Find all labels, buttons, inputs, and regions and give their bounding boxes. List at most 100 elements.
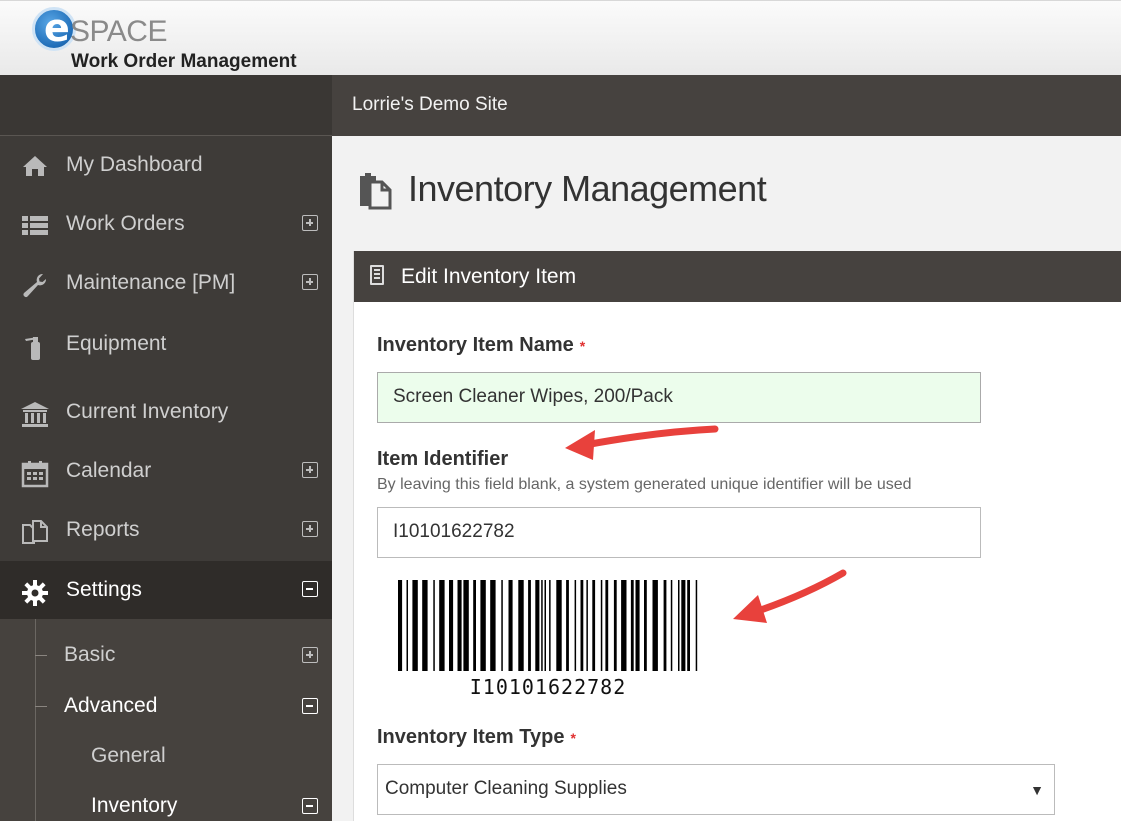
barcode-bar — [457, 580, 462, 671]
sidebar-item-label: My Dashboard — [66, 153, 203, 176]
expand-icon[interactable] — [302, 462, 318, 478]
sidebar-item-label: Maintenance [PM] — [66, 271, 236, 294]
panel-header: Edit Inventory Item — [354, 251, 1121, 302]
barcode-bar — [473, 580, 476, 671]
barcode-bar — [439, 580, 445, 671]
barcode-bar — [490, 580, 496, 671]
home-icon — [20, 154, 50, 178]
barcode-bar — [412, 580, 418, 671]
barcode-bar — [556, 580, 562, 671]
barcode-bar — [586, 580, 588, 671]
submenu-item-basic[interactable]: Basic — [0, 631, 332, 679]
barcode-bar — [541, 580, 543, 671]
submenu-item-general[interactable]: General — [0, 732, 332, 780]
submenu-item-label: Basic — [64, 643, 116, 666]
submenu-item-label: Inventory — [91, 794, 178, 817]
barcode-bar — [398, 580, 403, 671]
panel-title: Edit Inventory Item — [401, 265, 577, 288]
barcode-bar — [652, 580, 658, 671]
barcode-bar — [518, 580, 524, 671]
sidebar-item-label: Current Inventory — [66, 400, 229, 423]
sidebar-item-equipment[interactable]: Equipment — [0, 315, 332, 373]
calendar-icon — [20, 460, 50, 488]
sidebar-item-settings[interactable]: Settings — [0, 561, 332, 619]
fire-extinguisher-icon — [20, 333, 50, 360]
sidebar-item-label: Work Orders — [66, 212, 185, 235]
edit-inventory-panel: Edit Inventory Item Inventory Item Name *… — [353, 251, 1121, 821]
barcode-bar — [670, 580, 673, 671]
submenu-item-inventory[interactable]: Inventory — [0, 782, 332, 821]
required-marker: * — [570, 729, 576, 746]
barcode-bar — [613, 580, 617, 671]
barcode-bar — [449, 580, 454, 671]
tree-tick — [35, 655, 47, 656]
site-bar: Lorrie's Demo Site — [332, 75, 1121, 136]
barcode-bar — [687, 580, 690, 671]
barcode-bar — [406, 580, 408, 671]
app-title: Work Order Management — [71, 51, 297, 72]
barcode-bar — [635, 580, 640, 671]
barcode-bar — [549, 580, 551, 671]
site-name[interactable]: Lorrie's Demo Site — [352, 94, 508, 116]
sidebar-item-label: Settings — [66, 578, 142, 601]
item-type-select[interactable]: Computer Cleaning Supplies ▼ — [377, 764, 1055, 815]
top-header: e SPACE Work Order Management — [0, 0, 1121, 75]
identifier-label: Item Identifier — [377, 448, 509, 470]
sidebar-item-current-inventory[interactable]: Current Inventory — [0, 383, 332, 441]
barcode-bar — [422, 580, 428, 671]
page-title: Inventory Management — [408, 168, 767, 209]
expand-icon[interactable] — [302, 215, 318, 231]
barcode-bar — [580, 580, 584, 671]
sidebar-item-reports[interactable]: Reports — [0, 501, 332, 559]
barcode-bar — [695, 580, 698, 671]
sidebar: My Dashboard Work Orders Maintenance [PM… — [0, 75, 332, 821]
espace-logo[interactable]: e SPACE — [32, 6, 167, 55]
barcode-bar — [528, 580, 531, 671]
inventory-document-icon — [356, 172, 394, 210]
expand-icon[interactable] — [302, 521, 318, 537]
bank-icon — [20, 401, 50, 427]
barcode-bar — [592, 580, 596, 671]
collapse-icon[interactable] — [302, 798, 318, 814]
barcode-bar — [544, 580, 546, 671]
gear-icon — [20, 579, 50, 606]
tree-tick — [35, 706, 47, 707]
wrench-icon — [20, 272, 50, 297]
required-marker: * — [579, 337, 586, 354]
barcode-bar — [480, 580, 486, 671]
sidebar-item-maintenance[interactable]: Maintenance [PM] — [0, 254, 332, 312]
sidebar-item-work-orders[interactable]: Work Orders — [0, 195, 332, 253]
barcode-bar — [678, 580, 680, 671]
copy-icon — [20, 519, 50, 544]
sidebar-item-calendar[interactable]: Calendar — [0, 442, 332, 500]
list-icon — [20, 213, 50, 237]
barcode-bar — [644, 580, 647, 671]
barcode-bar — [433, 580, 435, 671]
sidebar-item-label: Equipment — [66, 332, 167, 355]
identifier-help-text: By leaving this field blank, a system ge… — [377, 476, 912, 493]
collapse-icon[interactable] — [302, 698, 318, 714]
identifier-input[interactable]: I10101622782 — [377, 507, 981, 558]
chevron-down-icon: ▼ — [1030, 782, 1044, 798]
barcode-bar — [621, 580, 627, 671]
item-type-label: Inventory Item Type * — [377, 726, 576, 748]
barcode-bar — [463, 580, 469, 671]
submenu-item-label: General — [91, 744, 166, 767]
submenu-item-advanced[interactable]: Advanced — [0, 682, 332, 730]
collapse-icon[interactable] — [302, 581, 318, 597]
barcode-text: I10101622782 — [469, 675, 627, 699]
barcode-bar — [535, 580, 540, 671]
logo-text: SPACE — [70, 15, 167, 48]
barcode-bar — [681, 580, 686, 671]
item-name-input[interactable]: Screen Cleaner Wipes, 200/Pack — [377, 372, 981, 423]
sidebar-header — [0, 75, 332, 136]
expand-icon[interactable] — [302, 647, 318, 663]
sidebar-item-label: Reports — [66, 518, 140, 541]
main-content: Inventory Management Edit Inventory Item… — [332, 136, 1121, 821]
building-icon — [370, 265, 384, 285]
expand-icon[interactable] — [302, 274, 318, 290]
barcode-bar — [574, 580, 577, 671]
barcode-bar — [566, 580, 569, 671]
sidebar-item-my-dashboard[interactable]: My Dashboard — [0, 136, 332, 194]
submenu-item-label: Advanced — [64, 694, 158, 717]
